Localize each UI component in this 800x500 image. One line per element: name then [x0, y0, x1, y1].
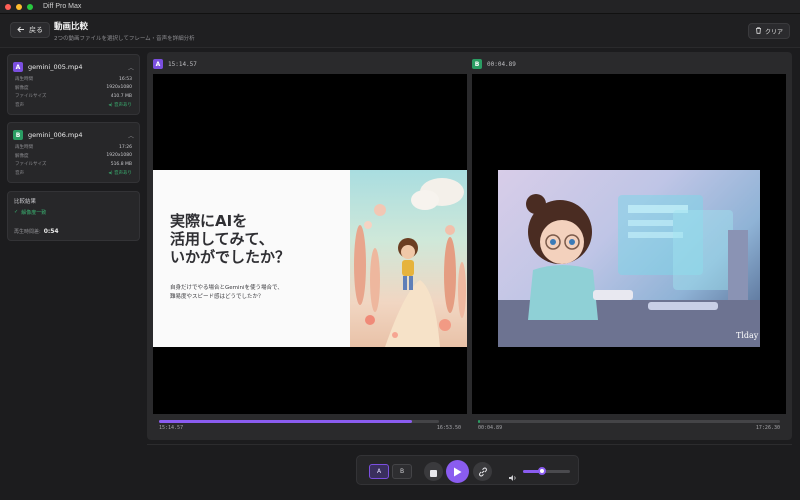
compare-title: 比較結果 [14, 197, 36, 205]
player-a-timecode: 15:14.57 [168, 61, 197, 68]
playback-controls: A B [356, 455, 579, 485]
file-card-header: A gemini_005.mp4 ︿ [8, 59, 139, 75]
file-card-header: B gemini_006.mp4 ︿ [8, 127, 139, 143]
video-b[interactable]: Tlday [472, 74, 786, 414]
meta-row-filesize: ファイルサイズ516.8 MB [8, 160, 139, 169]
clear-button-label: クリア [765, 27, 783, 36]
video-a-frame: 実際にAIを 活用してみて、 いかがでしたか？ 自身だけでやる場合とGemini… [153, 170, 467, 347]
boy-in-garden-image [350, 170, 467, 347]
minimize-window-button[interactable] [16, 4, 22, 10]
speaker-icon: ◂) [109, 171, 113, 176]
compare-status: ✓ 解像度一致 [14, 209, 46, 216]
volume-slider[interactable] [523, 470, 570, 473]
file-badge-b: B [13, 130, 23, 140]
page-title: 動画比較 [54, 20, 88, 32]
file-card-a[interactable]: A gemini_005.mp4 ︿ 再生時間16:53 解像度1920x108… [7, 54, 140, 115]
compare-result-card: 比較結果 ✓ 解像度一致 再生時間差:0:54 [7, 191, 140, 241]
meta-row-audio: 音声◂) 音声あり [8, 101, 139, 110]
player-a-times: 15:14.57 16:53.50 [159, 425, 461, 431]
player-b-timecode: 00:04.89 [487, 61, 516, 68]
volume-knob[interactable] [538, 467, 546, 475]
video-a[interactable]: 実際にAIを 活用してみて、 いかがでしたか？ 自身だけでやる場合とGemini… [153, 74, 467, 414]
link-icon [478, 462, 488, 481]
watermark-signature: Tlday [736, 331, 759, 340]
title-bar: Diff Pro Max [0, 0, 800, 14]
meta-row-resolution: 解像度1920x1080 [8, 84, 139, 93]
speaker-icon: ◂) [109, 103, 113, 108]
stop-icon [430, 462, 437, 481]
arrow-left-icon [17, 26, 25, 35]
player-a-duration: 16:53.50 [437, 425, 461, 431]
chevron-up-icon[interactable]: ︿ [128, 131, 134, 140]
player-b-current-time: 00:04.89 [478, 425, 502, 431]
page-subtitle: 2つの動画ファイルを選択してフレーム・音声を詳細分析 [54, 34, 195, 42]
trash-icon [755, 27, 762, 36]
stop-button[interactable] [424, 462, 443, 481]
slide-body: 自身だけでやる場合とGeminiを使う場合で、 難易度やスピード感はどうでしたか… [170, 284, 283, 302]
player-a-current-time: 15:14.57 [159, 425, 183, 431]
app-title: Diff Pro Max [43, 3, 81, 10]
close-window-button[interactable] [5, 4, 11, 10]
progress-fill-b [478, 420, 480, 423]
volume-icon[interactable] [508, 467, 517, 486]
slide-heading: 実際にAIを 活用してみて、 いかがでしたか？ [170, 212, 290, 266]
window-controls [5, 4, 33, 10]
back-button-label: 戻る [29, 25, 43, 35]
slide-illustration [350, 170, 467, 347]
chevron-up-icon[interactable]: ︿ [128, 63, 134, 72]
meta-row-duration: 再生時間17:26 [8, 143, 139, 152]
player-a-header: A 15:14.57 [153, 58, 197, 70]
player-b-duration: 17:26.30 [756, 425, 780, 431]
play-button[interactable] [446, 460, 469, 483]
clear-button[interactable]: クリア [748, 23, 790, 39]
play-icon [453, 462, 462, 481]
file-name: gemini_005.mp4 [28, 63, 128, 71]
divider [147, 444, 792, 445]
slide-text-area: 実際にAIを 活用してみて、 いかがでしたか？ 自身だけでやる場合とGemini… [153, 170, 350, 347]
video-compare-area: A 15:14.57 実際にAIを 活用してみて、 いかがでしたか？ 自身だけで… [147, 52, 792, 440]
select-b-button[interactable]: B [392, 464, 412, 479]
progress-fill-a [159, 420, 412, 423]
file-card-b[interactable]: B gemini_006.mp4 ︿ 再生時間17:26 解像度1920x108… [7, 122, 140, 183]
player-badge-b: B [472, 59, 482, 69]
player-b-times: 00:04.89 17:26.30 [478, 425, 780, 431]
meta-row-audio: 音声◂) 音声あり [8, 169, 139, 178]
duration-diff: 再生時間差:0:54 [14, 228, 59, 235]
meta-row-filesize: ファイルサイズ410.7 MB [8, 92, 139, 101]
back-button[interactable]: 戻る [10, 22, 50, 38]
girl-at-computer-image: Tlday [498, 170, 760, 347]
file-badge-a: A [13, 62, 23, 72]
player-b-header: B 00:04.89 [472, 58, 516, 70]
progress-bar-a[interactable] [159, 420, 439, 423]
sidebar: A gemini_005.mp4 ︿ 再生時間16:53 解像度1920x108… [0, 48, 146, 500]
check-icon: ✓ [14, 209, 18, 216]
meta-row-duration: 再生時間16:53 [8, 75, 139, 84]
select-a-button[interactable]: A [369, 464, 389, 479]
meta-row-resolution: 解像度1920x1080 [8, 152, 139, 161]
file-name: gemini_006.mp4 [28, 131, 128, 139]
zoom-window-button[interactable] [27, 4, 33, 10]
sync-link-button[interactable] [473, 462, 492, 481]
video-b-frame: Tlday [498, 170, 760, 347]
player-badge-a: A [153, 59, 163, 69]
page-header: 戻る 動画比較 2つの動画ファイルを選択してフレーム・音声を詳細分析 クリア [0, 14, 800, 48]
progress-bar-b[interactable] [478, 420, 780, 423]
